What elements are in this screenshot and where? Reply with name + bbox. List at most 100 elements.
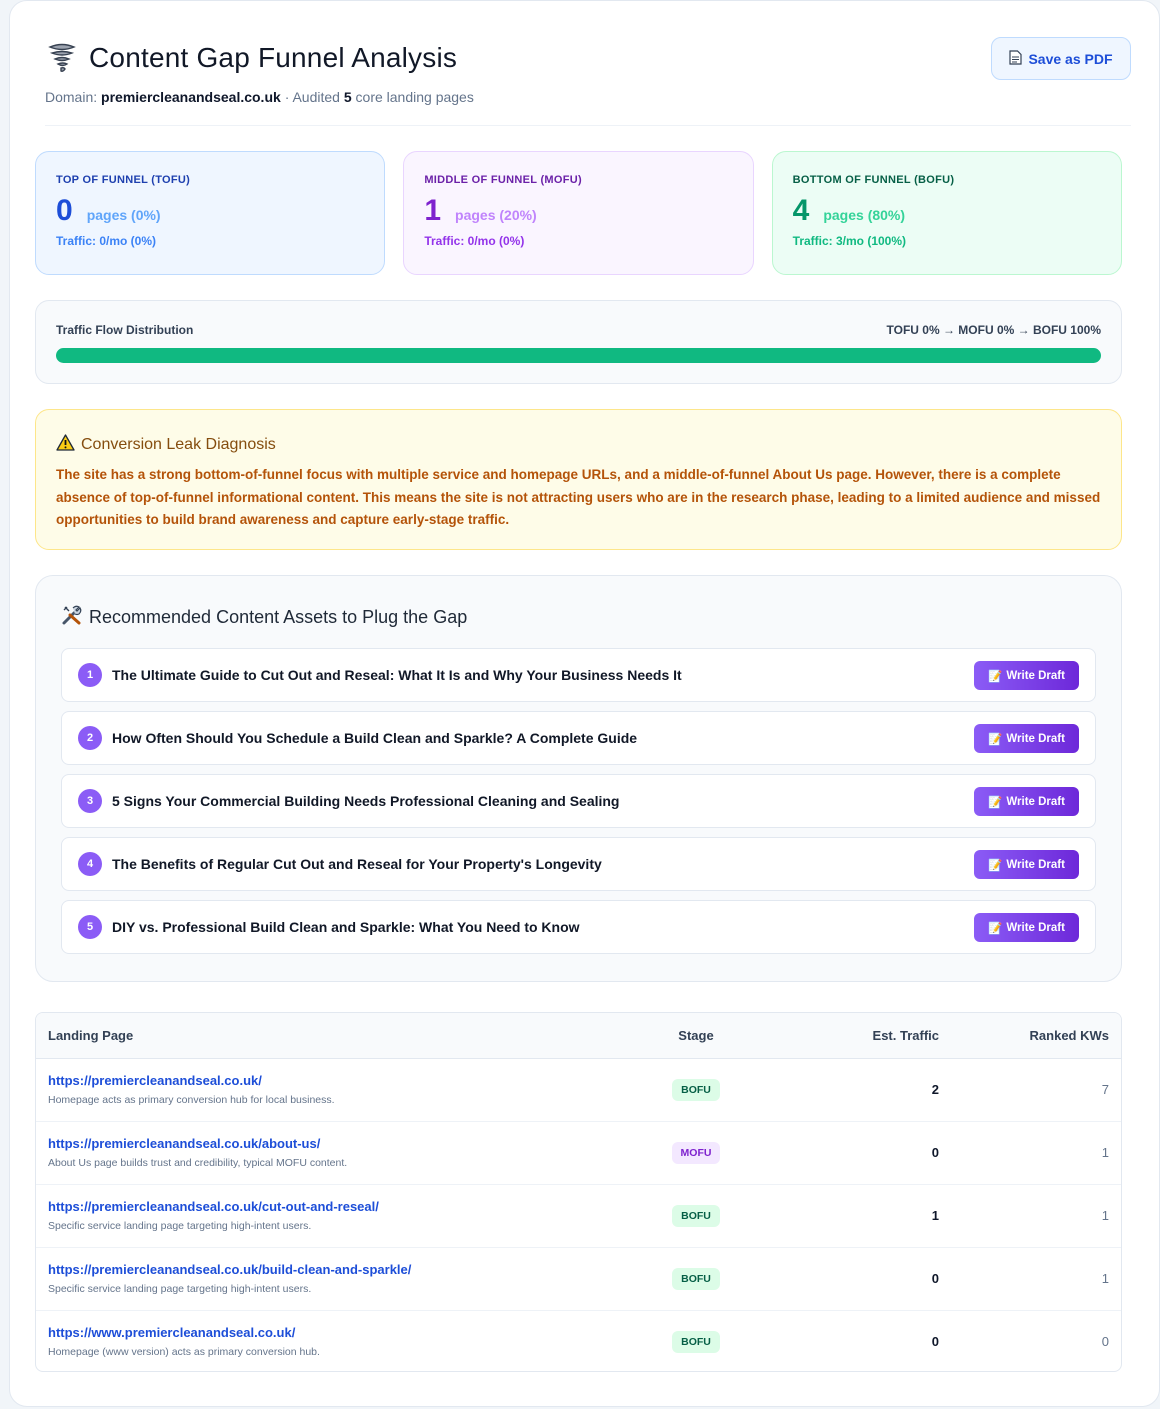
write-draft-label: Write Draft bbox=[1006, 921, 1065, 934]
item-number: 5 bbox=[78, 915, 102, 939]
table-row: https://premiercleanandseal.co.uk/cut-ou… bbox=[36, 1184, 1121, 1247]
landing-page-link[interactable]: https://premiercleanandseal.co.uk/cut-ou… bbox=[48, 1199, 629, 1214]
traffic-flow-bar bbox=[56, 348, 1101, 363]
mofu-label: MIDDLE OF FUNNEL (MOFU) bbox=[424, 174, 582, 186]
recommendation-item: 2 How Often Should You Schedule a Build … bbox=[61, 711, 1096, 765]
landing-page-note: Homepage acts as primary conversion hub … bbox=[48, 1094, 335, 1106]
tofu-card: TOP OF FUNNEL (TOFU) 0 pages (0%) Traffi… bbox=[35, 151, 386, 275]
reco-title: Recommended Content Assets to Plug the G… bbox=[89, 607, 468, 627]
write-draft-label: Write Draft bbox=[1006, 669, 1065, 682]
bofu-count-row: 4 pages (80%) bbox=[793, 196, 1101, 226]
tofu-count-row: 0 pages (0%) bbox=[56, 196, 364, 226]
flow-summary: TOFU 0% → MOFU 0% → BOFU 100% bbox=[886, 323, 1101, 337]
memo-icon: 📝 bbox=[988, 796, 1003, 809]
stage-badge: BOFU bbox=[672, 1204, 720, 1227]
bofu-label: BOTTOM OF FUNNEL (BOFU) bbox=[792, 174, 955, 186]
col-ranked-kws[interactable]: Ranked KWs bbox=[951, 1013, 1121, 1059]
recommendation-list: 1 The Ultimate Guide to Cut Out and Rese… bbox=[61, 648, 1096, 954]
write-draft-label: Write Draft bbox=[1006, 858, 1065, 871]
page-title: Content Gap Funnel Analysis bbox=[89, 42, 458, 73]
landing-page-link[interactable]: https://premiercleanandseal.co.uk/about-… bbox=[48, 1136, 629, 1151]
bofu-traffic: Traffic: 3/mo (100%) bbox=[792, 234, 907, 248]
ranked-kws-value: 1 bbox=[1101, 1145, 1109, 1160]
item-number: 3 bbox=[78, 789, 102, 813]
landing-page-note: Specific service landing page targeting … bbox=[48, 1220, 312, 1232]
landing-page-note: Specific service landing page targeting … bbox=[48, 1283, 312, 1295]
document-icon bbox=[1009, 49, 1023, 68]
flow-header: Traffic Flow Distribution TOFU 0% → MOFU… bbox=[56, 323, 1101, 337]
mofu-count: 1 bbox=[424, 194, 442, 227]
memo-icon: 📝 bbox=[988, 733, 1003, 746]
ranked-kws-value: 1 bbox=[1101, 1271, 1109, 1286]
landing-page-note: About Us page builds trust and credibili… bbox=[48, 1157, 348, 1169]
bofu-card: BOTTOM OF FUNNEL (BOFU) 4 pages (80%) Tr… bbox=[771, 151, 1122, 275]
landing-page-link[interactable]: https://premiercleanandseal.co.uk/build-… bbox=[48, 1262, 629, 1277]
mofu-count-row: 1 pages (20%) bbox=[424, 196, 732, 226]
title-row: Content Gap Funnel Analysis bbox=[45, 41, 457, 75]
audited-prefix: · Audited bbox=[284, 89, 340, 105]
conversion-leak-panel: Conversion Leak Diagnosis The site has a… bbox=[35, 409, 1122, 550]
write-draft-button[interactable]: 📝 Write Draft bbox=[974, 850, 1079, 879]
leak-diagnosis-text: The site has a strong bottom-of-funnel f… bbox=[56, 467, 1101, 527]
write-draft-label: Write Draft bbox=[1006, 795, 1065, 808]
table-row: https://premiercleanandseal.co.uk/build-… bbox=[36, 1247, 1121, 1310]
stage-badge: BOFU bbox=[672, 1078, 720, 1101]
bofu-pages: pages (80%) bbox=[823, 207, 906, 223]
recommendation-item: 3 5 Signs Your Commercial Building Needs… bbox=[61, 774, 1096, 828]
ranked-kws-value: 1 bbox=[1101, 1208, 1109, 1223]
item-title: The Ultimate Guide to Cut Out and Reseal… bbox=[112, 667, 682, 683]
table-row: https://www.premiercleanandseal.co.uk/Ho… bbox=[36, 1310, 1121, 1371]
flow-label: Traffic Flow Distribution bbox=[56, 323, 194, 337]
write-draft-label: Write Draft bbox=[1006, 732, 1065, 745]
save-pdf-button[interactable]: Save as PDF bbox=[991, 37, 1131, 80]
ranked-kws-value: 7 bbox=[1101, 1082, 1109, 1097]
est-traffic-value: 2 bbox=[931, 1082, 939, 1097]
page-subtitle: Domain: premiercleanandseal.co.uk · Audi… bbox=[45, 89, 474, 105]
write-draft-button[interactable]: 📝 Write Draft bbox=[974, 913, 1079, 942]
col-est-traffic[interactable]: Est. Traffic bbox=[751, 1013, 951, 1059]
tofu-traffic: Traffic: 0/mo (0%) bbox=[56, 234, 157, 248]
item-title: How Often Should You Schedule a Build Cl… bbox=[112, 730, 638, 746]
item-title: DIY vs. Professional Build Clean and Spa… bbox=[112, 919, 580, 935]
item-number: 1 bbox=[78, 663, 102, 687]
write-draft-button[interactable]: 📝 Write Draft bbox=[974, 787, 1079, 816]
audited-count: 5 bbox=[343, 89, 352, 105]
est-traffic-value: 0 bbox=[931, 1145, 939, 1160]
tofu-count: 0 bbox=[56, 194, 73, 227]
tofu-label: TOP OF FUNNEL (TOFU) bbox=[56, 174, 191, 186]
tofu-pages: pages (0%) bbox=[86, 207, 161, 223]
traffic-flow-panel: Traffic Flow Distribution TOFU 0% → MOFU… bbox=[35, 300, 1122, 384]
stage-badge: BOFU bbox=[672, 1330, 720, 1353]
write-draft-button[interactable]: 📝 Write Draft bbox=[974, 661, 1079, 690]
write-draft-button[interactable]: 📝 Write Draft bbox=[974, 724, 1079, 753]
bofu-count: 4 bbox=[792, 194, 810, 227]
item-title: 5 Signs Your Commercial Building Needs P… bbox=[112, 793, 620, 809]
landing-page-link[interactable]: https://www.premiercleanandseal.co.uk/ bbox=[48, 1325, 629, 1340]
est-traffic-value: 1 bbox=[931, 1208, 939, 1223]
landing-page-link[interactable]: https://premiercleanandseal.co.uk/ bbox=[48, 1073, 629, 1088]
domain-label: Domain: bbox=[45, 89, 98, 105]
report-header: Content Gap Funnel Analysis Domain: prem… bbox=[45, 1, 1131, 126]
item-number: 4 bbox=[78, 852, 102, 876]
stage-badge: MOFU bbox=[671, 1141, 721, 1164]
landing-page-note: Homepage (www version) acts as primary c… bbox=[48, 1346, 320, 1359]
table-row: https://premiercleanandseal.co.uk/Homepa… bbox=[36, 1058, 1121, 1121]
tornado-icon bbox=[45, 41, 79, 75]
stage-badge: BOFU bbox=[672, 1267, 720, 1290]
memo-icon: 📝 bbox=[988, 922, 1003, 935]
audited-suffix: core landing pages bbox=[355, 89, 474, 105]
leak-title: Conversion Leak Diagnosis bbox=[81, 436, 276, 453]
item-number: 2 bbox=[78, 726, 102, 750]
col-stage[interactable]: Stage bbox=[641, 1013, 751, 1059]
landing-pages-table: Landing Page Stage Est. Traffic Ranked K… bbox=[35, 1012, 1122, 1372]
funnel-stage-cards: TOP OF FUNNEL (TOFU) 0 pages (0%) Traffi… bbox=[35, 151, 1122, 275]
col-landing-page[interactable]: Landing Page bbox=[36, 1013, 641, 1059]
memo-icon: 📝 bbox=[988, 670, 1003, 683]
recommendations-panel: Recommended Content Assets to Plug the G… bbox=[35, 575, 1122, 982]
warning-icon bbox=[56, 434, 75, 456]
memo-icon: 📝 bbox=[988, 859, 1003, 872]
est-traffic-value: 0 bbox=[931, 1271, 939, 1286]
leak-title-row: Conversion Leak Diagnosis bbox=[56, 434, 1101, 456]
ranked-kws-value: 0 bbox=[1101, 1334, 1109, 1350]
table-row: https://premiercleanandseal.co.uk/about-… bbox=[36, 1121, 1121, 1184]
